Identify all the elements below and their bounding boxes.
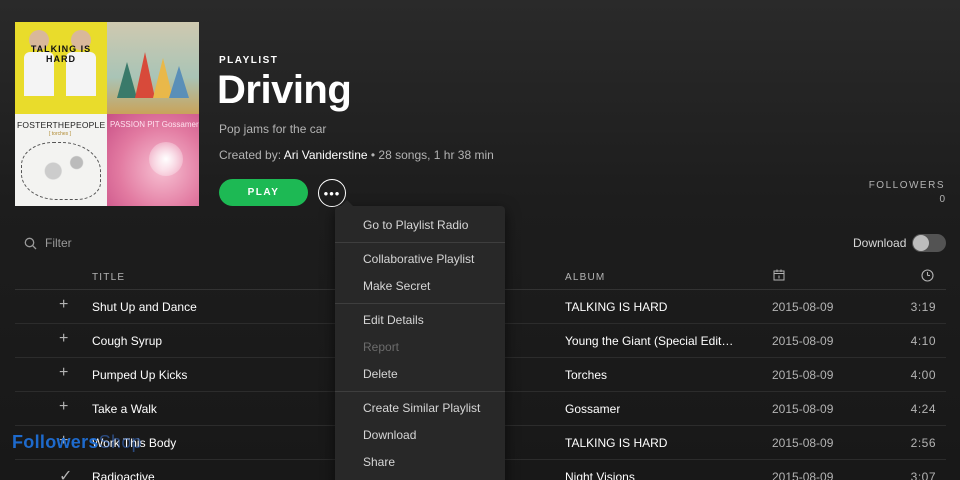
add-track-icon[interactable]: +	[59, 330, 68, 348]
track-title[interactable]: Pumped Up Kicks	[92, 368, 187, 382]
track-title[interactable]: Shut Up and Dance	[92, 300, 197, 314]
toggle-knob	[913, 235, 929, 251]
mountain-shape	[135, 52, 155, 98]
menu-divider	[335, 391, 505, 392]
track-title[interactable]: Radioactive	[92, 470, 155, 480]
download-toggle[interactable]	[912, 234, 946, 252]
track-date-added: 2015-08-09	[772, 300, 834, 314]
column-header-album[interactable]: ALBUM	[565, 272, 605, 283]
track-duration: 2:56	[910, 436, 936, 450]
track-title[interactable]: Cough Syrup	[92, 334, 162, 348]
menu-item-edit-details[interactable]: Edit Details	[335, 307, 505, 334]
track-album[interactable]: Torches	[565, 368, 607, 382]
watermark-logo: FollowersShop	[12, 432, 142, 453]
mountain-shape	[117, 62, 137, 98]
track-duration: 3:07	[910, 470, 936, 480]
track-album[interactable]: TALKING IS HARD	[565, 300, 667, 314]
menu-item-create-similar-playlist[interactable]: Create Similar Playlist	[335, 395, 505, 422]
track-album[interactable]: Night Visions	[565, 470, 635, 480]
playlist-description: Pop jams for the car	[219, 122, 327, 136]
track-album[interactable]: Young the Giant (Special Edit…	[565, 334, 733, 348]
owner-link[interactable]: Ari Vaniderstine	[284, 148, 368, 162]
watermark-text-b: Shop	[98, 432, 142, 452]
download-label: Download	[853, 236, 907, 250]
clock-icon[interactable]	[921, 269, 934, 285]
calendar-icon[interactable]	[773, 269, 785, 284]
track-album[interactable]: TALKING IS HARD	[565, 436, 667, 450]
followers-label: FOLLOWERS	[868, 180, 945, 191]
cover-tile3-sub: [ torches ]	[49, 131, 71, 137]
saved-check-icon[interactable]: ✓	[59, 466, 72, 480]
add-track-icon[interactable]: +	[59, 398, 68, 416]
cover-tile3-text: FOSTERTHEPEOPLE	[17, 120, 106, 130]
track-duration: 4:00	[910, 368, 936, 382]
menu-item-share[interactable]: Share	[335, 449, 505, 476]
add-track-icon[interactable]: +	[59, 296, 68, 314]
created-by-label: Created by:	[219, 148, 282, 162]
menu-item-report: Report	[363, 340, 400, 354]
cover-tile-torches: FOSTERTHEPEOPLE [ torches ]	[15, 114, 107, 206]
track-title[interactable]: Take a Walk	[92, 402, 157, 416]
track-duration: 3:19	[910, 300, 936, 314]
menu-divider	[335, 242, 505, 243]
playlist-stats: • 28 songs, 1 hr 38 min	[370, 148, 494, 162]
cover-tile-gossamer: PASSION PIT Gossamer	[107, 114, 199, 206]
page-title: Driving	[217, 68, 352, 112]
track-duration: 4:10	[910, 334, 936, 348]
add-track-icon[interactable]: +	[59, 364, 68, 382]
menu-item-make-secret[interactable]: Make Secret	[335, 273, 505, 300]
menu-item-download[interactable]: Download	[335, 422, 505, 449]
play-button[interactable]: PLAY	[219, 179, 308, 206]
cover-tile4-text: PASSION PIT Gossamer	[110, 120, 199, 129]
ellipsis-icon: •••	[323, 185, 341, 201]
track-date-added: 2015-08-09	[772, 436, 834, 450]
playlist-meta: Created by: Ari Vaniderstine • 28 songs,…	[219, 148, 494, 162]
watermark-text-a: Followers	[12, 432, 99, 452]
followers-count: 0	[939, 194, 945, 205]
column-header-title[interactable]: TITLE	[92, 272, 125, 283]
track-duration: 4:24	[910, 402, 936, 416]
cover-tile-young-the-giant	[107, 22, 199, 114]
track-album[interactable]: Gossamer	[565, 402, 620, 416]
playlist-context-menu: Go to Playlist Radio Collaborative Playl…	[335, 200, 505, 480]
filter-placeholder[interactable]: Filter	[45, 236, 72, 250]
search-icon	[24, 237, 37, 249]
menu-item-go-to-playlist-radio[interactable]: Go to Playlist Radio	[335, 212, 505, 239]
playlist-cover[interactable]: TALKING IS HARD FOSTERTHEPEOPLE [ torche…	[15, 22, 199, 206]
cover-tile-talking-is-hard: TALKING IS HARD	[15, 22, 107, 114]
track-date-added: 2015-08-09	[772, 470, 834, 480]
menu-divider	[335, 303, 505, 304]
menu-item-delete[interactable]: Delete	[335, 361, 505, 388]
filter-field[interactable]: Filter	[24, 236, 72, 250]
track-date-added: 2015-08-09	[772, 402, 834, 416]
cover-light-flare	[149, 142, 183, 176]
cover-tile1-text: TALKING IS HARD	[30, 44, 92, 64]
playlist-type-label: PLAYLIST	[219, 55, 279, 66]
track-date-added: 2015-08-09	[772, 334, 834, 348]
track-date-added: 2015-08-09	[772, 368, 834, 382]
cover-sketch-art	[21, 142, 101, 200]
mountain-shape	[169, 66, 189, 98]
menu-item-collaborative-playlist[interactable]: Collaborative Playlist	[335, 246, 505, 273]
